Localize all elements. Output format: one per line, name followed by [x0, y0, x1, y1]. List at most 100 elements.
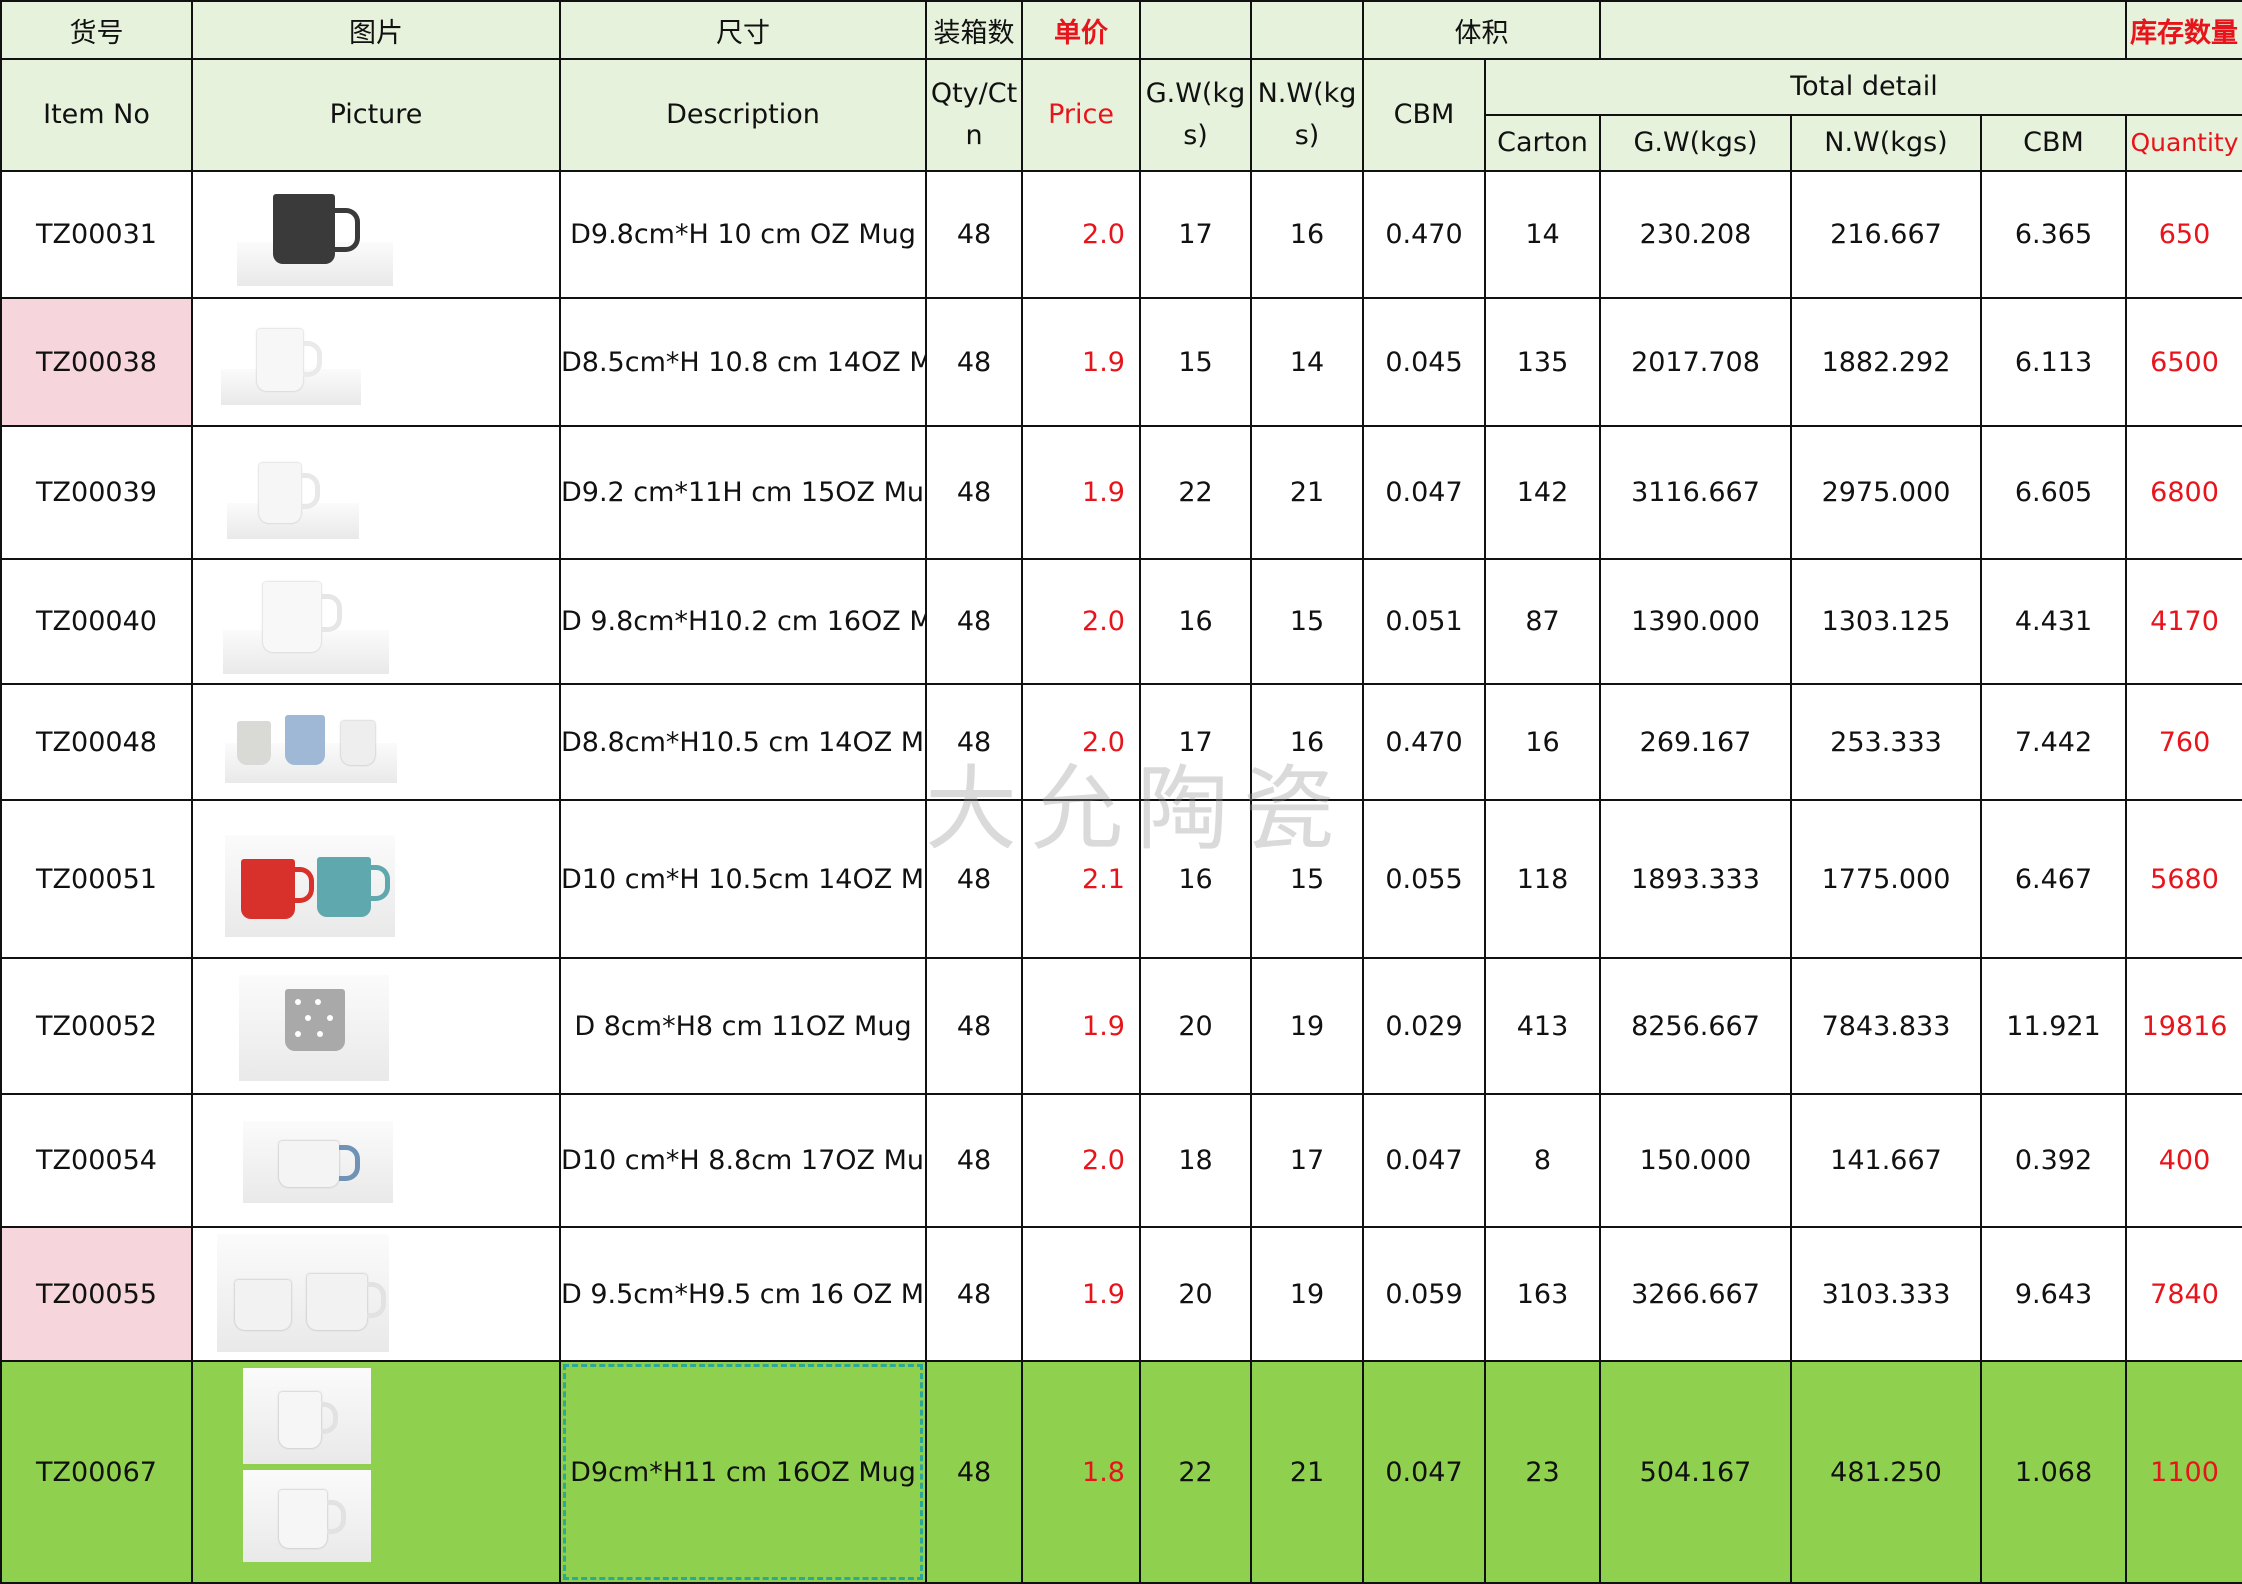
cell-total-nw[interactable]: 7843.833 [1790, 957, 1982, 1095]
cell-item-no[interactable]: TZ00048 [0, 683, 193, 801]
cell-total-nw[interactable]: 1882.292 [1790, 297, 1982, 427]
cell-price[interactable]: 2.0 [1021, 683, 1141, 801]
cell-nw[interactable]: 15 [1250, 558, 1364, 685]
cell-total-cbm[interactable]: 4.431 [1979, 558, 2128, 685]
cell-nw[interactable]: 14 [1250, 297, 1364, 427]
header-nw[interactable]: N.W(kgs) [1250, 58, 1364, 172]
cell-qty[interactable]: 48 [925, 425, 1023, 560]
cell-picture[interactable] [191, 957, 561, 1095]
cell-carton[interactable]: 23 [1484, 1360, 1601, 1584]
cell-qty[interactable]: 48 [925, 297, 1023, 427]
cell-gw[interactable]: 15 [1139, 297, 1252, 427]
cell-description[interactable]: D 9.8cm*H10.2 cm 16OZ Mug [559, 558, 927, 685]
header-cn-empty-1[interactable] [1139, 0, 1252, 60]
cell-carton[interactable]: 135 [1484, 297, 1601, 427]
header-total-detail[interactable]: Total detail [1483, 58, 2242, 116]
cell-quantity[interactable]: 760 [2125, 683, 2242, 801]
cell-qty[interactable]: 48 [925, 558, 1023, 685]
cell-price[interactable]: 1.9 [1021, 297, 1141, 427]
cell-nw[interactable]: 19 [1250, 1226, 1364, 1362]
header-cn-item-no[interactable]: 货号 [0, 0, 193, 60]
cell-gw[interactable]: 17 [1139, 170, 1252, 299]
cell-total-nw[interactable]: 2975.000 [1790, 425, 1982, 560]
header-cn-empty-3[interactable] [1598, 0, 2128, 60]
cell-total-cbm[interactable]: 0.392 [1979, 1093, 2128, 1228]
cell-total-gw[interactable]: 2017.708 [1599, 297, 1792, 427]
cell-price[interactable]: 1.8 [1021, 1360, 1141, 1584]
cell-carton[interactable]: 8 [1484, 1093, 1601, 1228]
header-cn-price[interactable]: 单价 [1021, 0, 1141, 60]
cell-total-gw[interactable]: 269.167 [1599, 683, 1792, 801]
header-quantity[interactable]: Quantity [2125, 114, 2242, 172]
cell-nw[interactable]: 21 [1250, 1360, 1364, 1584]
cell-price[interactable]: 1.9 [1021, 1226, 1141, 1362]
cell-nw[interactable]: 17 [1250, 1093, 1364, 1228]
cell-cbm[interactable]: 0.029 [1362, 957, 1486, 1095]
cell-picture[interactable] [191, 170, 561, 299]
cell-quantity[interactable]: 4170 [2125, 558, 2242, 685]
cell-total-cbm[interactable]: 6.605 [1979, 425, 2128, 560]
cell-item-no[interactable]: TZ00067 [0, 1360, 193, 1584]
cell-cbm[interactable]: 0.055 [1362, 799, 1486, 959]
cell-total-cbm[interactable]: 11.921 [1979, 957, 2128, 1095]
cell-item-no[interactable]: TZ00055 [0, 1226, 193, 1362]
cell-qty[interactable]: 48 [925, 1226, 1023, 1362]
cell-description[interactable]: D 9.5cm*H9.5 cm 16 OZ Mug [559, 1226, 927, 1362]
cell-picture[interactable] [191, 425, 561, 560]
cell-total-nw[interactable]: 1775.000 [1790, 799, 1982, 959]
header-cn-description[interactable]: 尺寸 [559, 0, 927, 60]
cell-item-no[interactable]: TZ00040 [0, 558, 193, 685]
cell-total-gw[interactable]: 1390.000 [1599, 558, 1792, 685]
cell-carton[interactable]: 163 [1484, 1226, 1601, 1362]
cell-gw[interactable]: 20 [1139, 957, 1252, 1095]
header-description[interactable]: Description [559, 58, 927, 172]
cell-price[interactable]: 2.0 [1021, 558, 1141, 685]
cell-total-nw[interactable]: 1303.125 [1790, 558, 1982, 685]
cell-qty[interactable]: 48 [925, 1093, 1023, 1228]
cell-total-gw[interactable]: 3266.667 [1599, 1226, 1792, 1362]
cell-qty[interactable]: 48 [925, 170, 1023, 299]
cell-carton[interactable]: 16 [1484, 683, 1601, 801]
header-cn-empty-2[interactable] [1250, 0, 1364, 60]
cell-price[interactable]: 1.9 [1021, 425, 1141, 560]
cell-qty[interactable]: 48 [925, 1360, 1023, 1584]
cell-cbm[interactable]: 0.047 [1362, 1360, 1486, 1584]
header-cn-picture[interactable]: 图片 [191, 0, 561, 60]
cell-nw[interactable]: 19 [1250, 957, 1364, 1095]
cell-cbm[interactable]: 0.059 [1362, 1226, 1486, 1362]
cell-item-no[interactable]: TZ00051 [0, 799, 193, 959]
cell-quantity[interactable]: 1100 [2125, 1360, 2242, 1584]
cell-total-nw[interactable]: 253.333 [1790, 683, 1982, 801]
cell-total-cbm[interactable]: 7.442 [1979, 683, 2128, 801]
cell-picture[interactable] [191, 1226, 561, 1362]
cell-total-gw[interactable]: 504.167 [1599, 1360, 1792, 1584]
cell-description[interactable]: D8.5cm*H 10.8 cm 14OZ Mug [559, 297, 927, 427]
cell-total-cbm[interactable]: 6.365 [1979, 170, 2128, 299]
cell-cbm[interactable]: 0.047 [1362, 1093, 1486, 1228]
header-total-nw[interactable]: N.W(kgs) [1790, 114, 1982, 172]
cell-nw[interactable]: 16 [1250, 683, 1364, 801]
cell-picture[interactable] [191, 799, 561, 959]
cell-item-no[interactable]: TZ00054 [0, 1093, 193, 1228]
cell-price[interactable]: 1.9 [1021, 957, 1141, 1095]
cell-carton[interactable]: 413 [1484, 957, 1601, 1095]
cell-carton[interactable]: 118 [1484, 799, 1601, 959]
cell-qty[interactable]: 48 [925, 683, 1023, 801]
header-qty[interactable]: Qty/Ctn [925, 58, 1023, 172]
cell-price[interactable]: 2.1 [1021, 799, 1141, 959]
cell-total-cbm[interactable]: 9.643 [1979, 1226, 2128, 1362]
cell-cbm[interactable]: 0.470 [1362, 683, 1486, 801]
cell-item-no[interactable]: TZ00038 [0, 297, 193, 427]
cell-picture[interactable] [191, 297, 561, 427]
header-cn-volume[interactable]: 体积 [1362, 0, 1601, 60]
header-price[interactable]: Price [1021, 58, 1141, 172]
header-total-gw[interactable]: G.W(kgs) [1599, 114, 1792, 172]
cell-gw[interactable]: 20 [1139, 1226, 1252, 1362]
cell-description-selected[interactable]: D9cm*H11 cm 16OZ Mug [559, 1360, 927, 1584]
cell-quantity[interactable]: 6500 [2125, 297, 2242, 427]
cell-quantity[interactable]: 650 [2125, 170, 2242, 299]
cell-total-gw[interactable]: 3116.667 [1599, 425, 1792, 560]
cell-description[interactable]: D 8cm*H8 cm 11OZ Mug [559, 957, 927, 1095]
cell-total-gw[interactable]: 8256.667 [1599, 957, 1792, 1095]
cell-gw[interactable]: 18 [1139, 1093, 1252, 1228]
